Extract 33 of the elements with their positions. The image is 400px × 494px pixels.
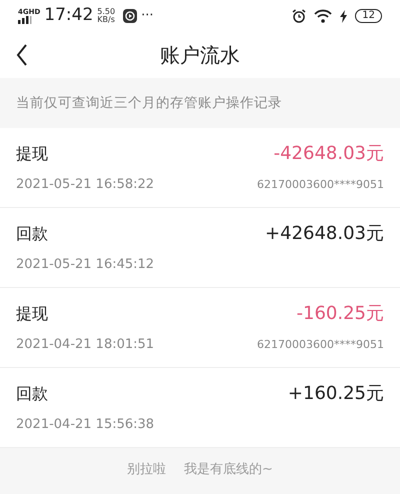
record-time: 2021-05-21 16:58:22 xyxy=(16,176,154,194)
record-row[interactable]: 回款 +160.25元 2021-04-21 15:56:38 xyxy=(0,368,400,448)
bank-account: 62170003600****9051 xyxy=(257,176,384,193)
record-type: 回款 xyxy=(16,222,48,245)
wifi-icon xyxy=(314,9,332,23)
record-row[interactable]: 提现 -42648.03元 2021-05-21 16:58:22 62170003600****9051 xyxy=(0,128,400,208)
back-icon[interactable] xyxy=(16,44,28,66)
more-indicator: ··· xyxy=(141,7,154,26)
bank-account: 62170003600****9051 xyxy=(257,336,384,353)
record-time: 2021-04-21 18:01:51 xyxy=(16,336,154,354)
speed-value: 5.50 xyxy=(97,8,116,16)
record-type: 回款 xyxy=(16,382,48,405)
record-row[interactable]: 回款 +42648.03元 2021-05-21 16:45:12 xyxy=(0,208,400,288)
footer-text: 我是有底线的~ xyxy=(184,461,273,480)
record-time: 2021-04-21 15:56:38 xyxy=(16,416,154,434)
alarm-icon xyxy=(292,9,306,23)
speed-unit: KB/s xyxy=(97,16,116,24)
battery-level: 12 xyxy=(355,9,382,23)
page-title: 账户流水 xyxy=(160,42,240,69)
record-amount: +160.25元 xyxy=(288,382,384,406)
record-time: 2021-05-21 16:45:12 xyxy=(16,256,154,274)
record-type: 提现 xyxy=(16,142,48,165)
notice-text: 当前仅可查询近三个月的存管账户操作记录 xyxy=(16,94,282,113)
play-app-icon xyxy=(123,9,138,23)
signal-icon xyxy=(18,16,32,24)
charging-icon xyxy=(340,10,348,22)
record-row[interactable]: 提现 -160.25元 2021-04-21 18:01:51 62170003600****9051 xyxy=(0,288,400,368)
record-amount: -42648.03元 xyxy=(274,142,384,166)
record-amount: +42648.03元 xyxy=(265,222,384,246)
record-amount: -160.25元 xyxy=(296,302,384,326)
record-type: 提现 xyxy=(16,302,48,325)
footer-text: 别拉啦 xyxy=(127,461,166,480)
clock-time: 17:42 xyxy=(44,4,94,28)
